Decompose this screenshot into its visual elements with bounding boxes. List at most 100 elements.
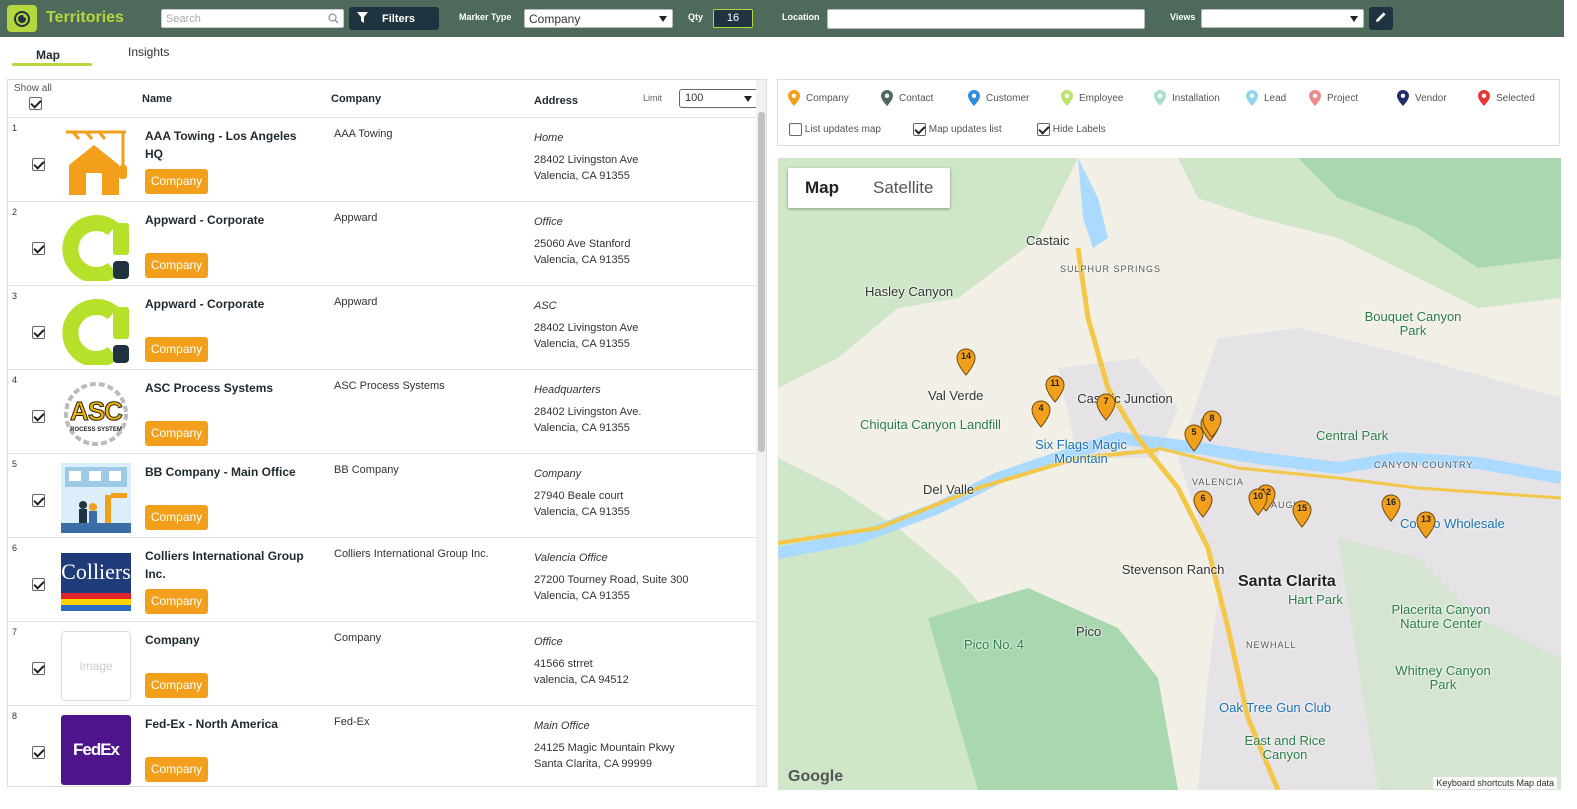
legend-item-company[interactable]: Company (788, 90, 849, 106)
tab-insights[interactable]: Insights (128, 45, 169, 59)
map-canvas[interactable]: Castaic SULPHUR SPRINGS Hasley Canyon Val V… (778, 158, 1561, 790)
edit-view-button[interactable] (1369, 7, 1393, 30)
company-map-marker[interactable]: 8 (1202, 410, 1222, 438)
marker-type-badge[interactable]: Company (145, 505, 208, 530)
chevron-down-icon (1350, 16, 1358, 22)
record-name[interactable]: Fed-Ex - North America (145, 715, 305, 733)
keyboard-shortcuts-link[interactable]: Keyboard shortcuts Map data (1433, 777, 1557, 789)
column-header-company[interactable]: Company (331, 93, 381, 105)
record-name[interactable]: Appward - Corporate (145, 211, 305, 229)
address-line-1: 27940 Beale court (534, 490, 624, 502)
list-row[interactable]: 4 ASC ROCESS SYSTEM ASC Process Systems … (8, 369, 756, 453)
list-row[interactable]: 6 Colliers Colliers International Group … (8, 537, 756, 621)
address-type: Valencia Office (534, 552, 608, 564)
marker-type-badge[interactable]: Company (145, 253, 208, 278)
company-map-marker[interactable]: 7 (1096, 393, 1116, 421)
company-map-marker[interactable]: 11 (1045, 375, 1065, 403)
list-row[interactable]: 1 AAA Towing - Los Angeles HQ Company AA… (8, 117, 756, 201)
marker-type-badge[interactable]: Company (145, 589, 208, 614)
limit-select[interactable]: 100 (679, 89, 758, 108)
legend-item-label: Project (1327, 92, 1359, 104)
column-header-name[interactable]: Name (142, 93, 172, 105)
map-type-control[interactable]: Map Satellite (788, 168, 951, 208)
marker-type-badge[interactable]: Company (145, 673, 208, 698)
legend-item-vendor[interactable]: Vendor (1397, 90, 1447, 106)
app-title: Territories (46, 9, 124, 26)
list-row[interactable]: 3 Appward - Corporate Company Appward AS… (8, 285, 756, 369)
search-input[interactable]: Search (161, 9, 344, 28)
views-select[interactable] (1201, 9, 1364, 28)
marker-type-badge[interactable]: Company (145, 337, 208, 362)
records-list-panel: Show all Name Company Address Limit 100 … (7, 79, 767, 787)
map-place-label: Castaic (1026, 233, 1070, 248)
list-row[interactable]: 5 BB Company - Main Office Company BB Co… (8, 453, 756, 537)
map-updates-list-toggle[interactable]: Map updates list (913, 123, 1002, 136)
marker-type-badge[interactable]: Company (145, 169, 208, 194)
record-name[interactable]: Colliers International Group Inc. (145, 547, 305, 583)
map-place-label: Oak Tree Gun Club (1219, 700, 1331, 715)
legend-item-selected[interactable]: Selected (1478, 90, 1535, 106)
filters-button[interactable]: Filters (349, 7, 439, 30)
map-place-label: Val Verde (928, 388, 984, 403)
address-line-1: 28402 Livingston Ave. (534, 406, 642, 418)
location-input[interactable] (827, 9, 1145, 29)
legend-item-installation[interactable]: Installation (1154, 90, 1220, 106)
search-icon (328, 13, 339, 27)
row-checkbox[interactable] (32, 242, 45, 255)
legend-item-customer[interactable]: Customer (968, 90, 1029, 106)
row-checkbox[interactable] (32, 326, 45, 339)
show-all-checkbox[interactable] (29, 97, 42, 110)
row-number: 6 (12, 543, 18, 553)
column-header-address[interactable]: Address (534, 95, 578, 107)
map-updates-list-checkbox[interactable] (913, 123, 926, 136)
map-pin-icon (968, 90, 980, 106)
list-row[interactable]: 2 Appward - Corporate Company Appward Of… (8, 201, 756, 285)
legend-item-label: Vendor (1415, 92, 1447, 104)
legend-item-lead[interactable]: Lead (1246, 90, 1286, 106)
marker-type-select[interactable]: Company (524, 9, 673, 28)
company-map-marker[interactable]: 13 (1416, 511, 1436, 539)
marker-type-badge[interactable]: Company (145, 421, 208, 446)
company-map-marker[interactable]: 10 (1248, 488, 1268, 516)
row-checkbox[interactable] (32, 158, 45, 171)
active-tab-indicator (12, 63, 92, 66)
company-map-marker[interactable]: 6 (1193, 490, 1213, 518)
list-updates-map-checkbox[interactable] (789, 123, 802, 136)
hide-labels-toggle[interactable]: Hide Labels (1037, 123, 1106, 136)
legend-item-contact[interactable]: Contact (881, 90, 933, 106)
marker-type-badge[interactable]: Company (145, 757, 208, 782)
record-name[interactable]: Appward - Corporate (145, 295, 305, 313)
company-map-marker[interactable]: 16 (1381, 494, 1401, 522)
record-name[interactable]: ASC Process Systems (145, 379, 305, 397)
row-checkbox[interactable] (32, 578, 45, 591)
company-map-marker[interactable]: 5 (1184, 424, 1204, 452)
list-row[interactable]: 8 FedEx Fed-Ex - North America Company F… (8, 705, 756, 786)
map-type-satellite-tab[interactable]: Satellite (856, 168, 950, 208)
company-map-marker[interactable]: 14 (956, 348, 976, 376)
row-checkbox[interactable] (32, 746, 45, 759)
colliers-logo-text: Colliers (61, 559, 131, 584)
company-map-marker[interactable]: 15 (1292, 500, 1312, 528)
legend-item-employee[interactable]: Employee (1061, 90, 1123, 106)
record-name[interactable]: Company (145, 631, 305, 649)
record-name[interactable]: AAA Towing - Los Angeles HQ (145, 127, 305, 163)
tab-map[interactable]: Map (36, 48, 60, 62)
company-map-marker[interactable]: 4 (1031, 400, 1051, 428)
list-updates-map-toggle[interactable]: List updates map (789, 123, 881, 136)
row-checkbox[interactable] (32, 662, 45, 675)
hide-labels-checkbox[interactable] (1037, 123, 1050, 136)
row-number: 3 (12, 291, 18, 301)
qty-field[interactable]: 16 (713, 9, 753, 28)
record-name[interactable]: BB Company - Main Office (145, 463, 305, 481)
marker-number: 5 (1191, 427, 1197, 437)
map-pin-icon (788, 90, 800, 106)
row-checkbox[interactable] (32, 494, 45, 507)
app-logo-icon[interactable] (7, 5, 37, 32)
list-row[interactable]: 7 Image Company Company Company Office 4… (8, 621, 756, 705)
row-checkbox[interactable] (32, 410, 45, 423)
location-label: Location (782, 12, 820, 22)
scrollbar-thumb[interactable] (758, 112, 765, 452)
legend-item-label: Employee (1079, 92, 1124, 104)
legend-item-project[interactable]: Project (1309, 90, 1358, 106)
map-type-map-tab[interactable]: Map (788, 168, 856, 208)
